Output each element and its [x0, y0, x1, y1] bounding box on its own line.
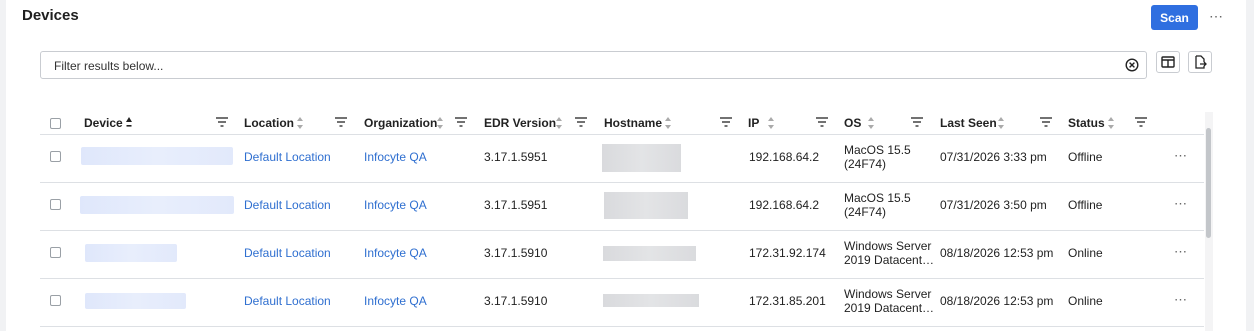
- divider: [40, 278, 1204, 279]
- device-name-redacted[interactable]: [80, 196, 234, 214]
- export-icon: [1195, 55, 1207, 69]
- column-header-ip[interactable]: IP: [748, 116, 759, 130]
- sort-icon[interactable]: [997, 116, 1005, 130]
- column-header-hostname[interactable]: Hostname: [604, 116, 662, 130]
- sort-icon[interactable]: [767, 116, 775, 130]
- select-all-checkbox[interactable]: [50, 118, 61, 129]
- hostname-redacted: [603, 294, 699, 307]
- divider: [40, 230, 1204, 231]
- last-seen: 08/18/2026 12:53 pm: [940, 294, 1054, 308]
- column-header-location[interactable]: Location: [244, 116, 294, 130]
- hostname-redacted: [603, 246, 696, 261]
- row-checkbox[interactable]: [50, 247, 61, 258]
- row-checkbox[interactable]: [50, 151, 61, 162]
- page-title: Devices: [22, 7, 79, 24]
- divider: [40, 326, 1204, 327]
- edr-version: 3.17.1.5951: [484, 198, 548, 212]
- ip-address: 172.31.92.174: [749, 246, 826, 260]
- sort-icon[interactable]: [296, 116, 304, 130]
- sort-icon[interactable]: [867, 116, 875, 130]
- filter-icon[interactable]: [455, 116, 467, 128]
- location-link[interactable]: Default Location: [244, 294, 331, 308]
- organization-link[interactable]: Infocyte QA: [364, 150, 427, 164]
- organization-link[interactable]: Infocyte QA: [364, 198, 427, 212]
- filter-icon[interactable]: [1135, 116, 1147, 128]
- edr-version: 3.17.1.5951: [484, 150, 548, 164]
- column-header-organization[interactable]: Organization: [364, 116, 437, 130]
- status: Online: [1068, 294, 1103, 308]
- os-line-2: (24F74): [844, 205, 887, 219]
- sort-icon[interactable]: [436, 116, 444, 130]
- sort-icon[interactable]: [1107, 116, 1115, 130]
- filter-icon[interactable]: [720, 116, 732, 128]
- os-line-1: Windows Server: [844, 287, 932, 301]
- ip-address: 192.168.64.2: [749, 150, 820, 164]
- clear-icon[interactable]: [1125, 58, 1139, 72]
- organization-link[interactable]: Infocyte QA: [364, 294, 427, 308]
- column-header-status[interactable]: Status: [1068, 116, 1105, 130]
- column-header-last-seen[interactable]: Last Seen: [940, 116, 997, 130]
- os-line-2: (24F74): [844, 157, 887, 171]
- last-seen: 08/18/2026 12:53 pm: [940, 246, 1054, 260]
- sort-icon[interactable]: [664, 116, 672, 130]
- row-more-icon[interactable]: ⋯: [1174, 196, 1188, 212]
- device-name-redacted[interactable]: [85, 244, 177, 262]
- os-line-2: 2019 Datacent…: [844, 253, 935, 267]
- location-link[interactable]: Default Location: [244, 150, 331, 164]
- sort-icon[interactable]: [555, 116, 563, 130]
- os-line-1: Windows Server: [844, 239, 932, 253]
- hostname-redacted: [604, 192, 688, 219]
- filter-icon[interactable]: [335, 116, 347, 128]
- os-line-2: 2019 Datacent…: [844, 301, 935, 315]
- last-seen: 07/31/2026 3:50 pm: [940, 198, 1047, 212]
- export-button[interactable]: [1188, 51, 1212, 73]
- scan-button[interactable]: Scan: [1151, 5, 1198, 30]
- filter-icon[interactable]: [216, 116, 228, 128]
- row-checkbox[interactable]: [50, 199, 61, 210]
- column-header-os[interactable]: OS: [844, 116, 861, 130]
- status: Offline: [1068, 150, 1103, 164]
- location-link[interactable]: Default Location: [244, 246, 331, 260]
- os-line-1: MacOS 15.5: [844, 191, 911, 205]
- edr-version: 3.17.1.5910: [484, 246, 548, 260]
- hostname-redacted: [602, 144, 681, 172]
- row-more-icon[interactable]: ⋯: [1174, 292, 1188, 308]
- filter-input[interactable]: [52, 58, 1106, 74]
- filter-icon[interactable]: [911, 116, 923, 128]
- divider: [40, 182, 1204, 183]
- filter-icon[interactable]: [575, 116, 587, 128]
- status: Online: [1068, 246, 1103, 260]
- column-header-edr-version[interactable]: EDR Version: [484, 116, 556, 130]
- divider: [40, 134, 1204, 135]
- row-more-icon[interactable]: ⋯: [1174, 244, 1188, 260]
- edr-version: 3.17.1.5910: [484, 294, 548, 308]
- last-seen: 07/31/2026 3:33 pm: [940, 150, 1047, 164]
- organization-link[interactable]: Infocyte QA: [364, 246, 427, 260]
- filter-icon[interactable]: [1040, 116, 1052, 128]
- row-checkbox[interactable]: [50, 295, 61, 306]
- columns-icon: [1161, 56, 1175, 68]
- row-more-icon[interactable]: ⋯: [1174, 148, 1188, 164]
- column-header-device[interactable]: Device: [84, 116, 123, 130]
- columns-button[interactable]: [1156, 51, 1180, 73]
- scrollbar-thumb[interactable]: [1206, 128, 1211, 238]
- ip-address: 192.168.64.2: [749, 198, 820, 212]
- filter-field[interactable]: [40, 51, 1147, 79]
- sort-icon[interactable]: [125, 116, 133, 130]
- status: Offline: [1068, 198, 1103, 212]
- os-line-1: MacOS 15.5: [844, 143, 911, 157]
- device-name-redacted[interactable]: [85, 293, 186, 309]
- filter-icon[interactable]: [816, 116, 828, 128]
- location-link[interactable]: Default Location: [244, 198, 331, 212]
- device-name-redacted[interactable]: [81, 147, 233, 165]
- more-options-icon[interactable]: ⋯: [1209, 8, 1224, 25]
- ip-address: 172.31.85.201: [749, 294, 826, 308]
